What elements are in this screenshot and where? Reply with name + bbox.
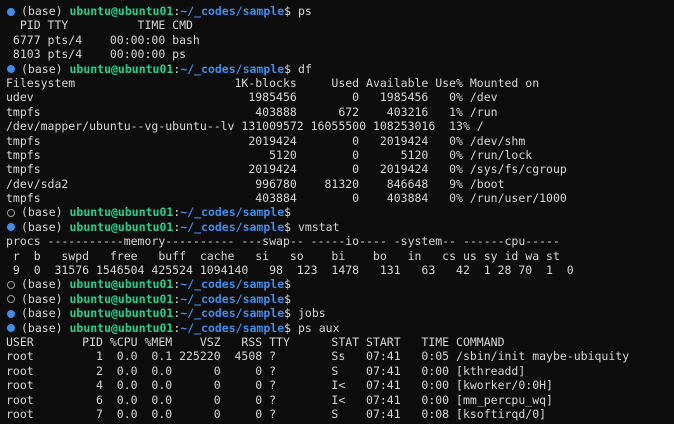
prompt-user-host: ubuntu@ubuntu01 (69, 205, 174, 220)
prompt-symbol: $ (284, 277, 298, 292)
prompt-line: (base) ubuntu@ubuntu01:~/_codes/sample$ (6, 277, 674, 291)
prompt-user-host: ubuntu@ubuntu01 (69, 4, 174, 18)
prompt-symbol: $ (284, 61, 298, 76)
prompt-path: ~/_codes/sample (180, 320, 285, 335)
prompt-user-host: ubuntu@ubuntu01 (69, 291, 174, 306)
prompt-path: ~/_codes/sample (180, 306, 285, 321)
output-line: /dev/sda2 996780 81320 846648 9% /boot (6, 176, 505, 191)
prompt-symbol: $ (284, 4, 298, 18)
prompt-line: (base) ubuntu@ubuntu01:~/_codes/sample$ … (6, 220, 674, 234)
command-empty-marker-icon[interactable] (7, 208, 15, 217)
output-line: root 6 0.0 0.0 0 0 ? I< 07:41 0:00 [mm_p… (6, 392, 553, 407)
command-empty-marker-icon[interactable] (7, 280, 15, 289)
output-line: Filesystem 1K-blocks Used Available Use%… (6, 75, 540, 90)
prompt-user-host: ubuntu@ubuntu01 (69, 219, 174, 234)
prompt-line: (base) ubuntu@ubuntu01:~/_codes/sample$ (6, 205, 674, 219)
output-line: /dev/mapper/ubuntu--vg-ubuntu--lv 131009… (6, 119, 484, 134)
output-line: USER PID %CPU %MEM VSZ RSS TTY STAT STAR… (6, 334, 505, 349)
prompt-path: ~/_codes/sample (180, 4, 285, 18)
output-line: tmpfs 403888 672 403216 1% /run (6, 104, 498, 119)
prompt-env: (base) (21, 61, 70, 76)
output-line: procs -----------memory---------- ---swa… (6, 234, 560, 249)
prompt-line: (base) ubuntu@ubuntu01:~/_codes/sample$ … (6, 62, 674, 76)
command-success-marker-icon[interactable] (7, 309, 15, 318)
prompt-env: (base) (21, 320, 70, 335)
output-line: tmpfs 2019424 0 2019424 0% /dev/shm (6, 133, 526, 148)
command-text: ps (297, 4, 312, 18)
prompt-env: (base) (21, 306, 70, 321)
prompt-user-host: ubuntu@ubuntu01 (69, 61, 174, 76)
output-line: 6777 pts/4 00:00:00 bash (6, 32, 200, 47)
prompt-path: ~/_codes/sample (180, 277, 285, 292)
prompt-symbol: $ (284, 205, 298, 220)
prompt-path: ~/_codes/sample (180, 205, 285, 220)
command-text: df (297, 61, 312, 76)
prompt-path: ~/_codes/sample (180, 291, 285, 306)
prompt-env: (base) (21, 4, 70, 18)
prompt-line: (base) ubuntu@ubuntu01:~/_codes/sample$ … (6, 4, 674, 18)
output-line: tmpfs 403884 0 403884 0% /run/user/1000 (6, 191, 567, 206)
prompt-user-host: ubuntu@ubuntu01 (69, 320, 174, 335)
prompt-symbol: $ (284, 306, 298, 321)
prompt-line: (base) ubuntu@ubuntu01:~/_codes/sample$ … (6, 306, 674, 320)
command-text: ps aux (297, 320, 340, 335)
command-text: jobs (297, 306, 326, 321)
prompt-user-host: ubuntu@ubuntu01 (69, 277, 174, 292)
terminal-output[interactable]: (base) ubuntu@ubuntu01:~/_codes/sample$ … (0, 0, 674, 424)
prompt-symbol: $ (284, 219, 298, 234)
command-empty-marker-icon[interactable] (7, 295, 15, 304)
output-line: 9 0 31576 1546504 425524 1094140 98 123 … (6, 263, 574, 278)
prompt-line: (base) ubuntu@ubuntu01:~/_codes/sample$ … (6, 321, 674, 335)
prompt-env: (base) (21, 205, 70, 220)
output-line: root 1 0.0 0.1 225220 4508 ? Ss 07:41 0:… (6, 349, 630, 364)
prompt-path: ~/_codes/sample (180, 219, 285, 234)
output-line: root 2 0.0 0.0 0 0 ? S 07:41 0:00 [kthre… (6, 363, 526, 378)
output-line: root 7 0.0 0.0 0 0 ? S 07:41 0:08 [ksoft… (6, 406, 547, 421)
prompt-env: (base) (21, 277, 70, 292)
output-line: tmpfs 2019424 0 2019424 0% /sys/fs/cgrou… (6, 162, 567, 177)
output-line: 8103 pts/4 00:00:00 ps (6, 47, 187, 62)
output-line: root 4 0.0 0.0 0 0 ? I< 07:41 0:00 [kwor… (6, 378, 553, 393)
prompt-symbol: $ (284, 291, 298, 306)
command-success-marker-icon[interactable] (7, 7, 15, 16)
output-line: PID TTY TIME CMD (6, 18, 193, 33)
output-line: r b swpd free buff cache si so bi bo in … (6, 248, 560, 263)
prompt-path: ~/_codes/sample (180, 61, 285, 76)
command-text: vmstat (297, 219, 340, 234)
prompt-env: (base) (21, 291, 70, 306)
output-line: tmpfs 5120 0 5120 0% /run/lock (6, 147, 533, 162)
prompt-env: (base) (21, 219, 70, 234)
command-success-marker-icon[interactable] (7, 324, 15, 333)
output-line: udev 1985456 0 1985456 0% /dev (6, 90, 498, 105)
prompt-line: (base) ubuntu@ubuntu01:~/_codes/sample$ (6, 292, 674, 306)
prompt-user-host: ubuntu@ubuntu01 (69, 306, 174, 321)
command-success-marker-icon[interactable] (7, 65, 15, 74)
prompt-symbol: $ (284, 320, 298, 335)
command-success-marker-icon[interactable] (7, 223, 15, 232)
